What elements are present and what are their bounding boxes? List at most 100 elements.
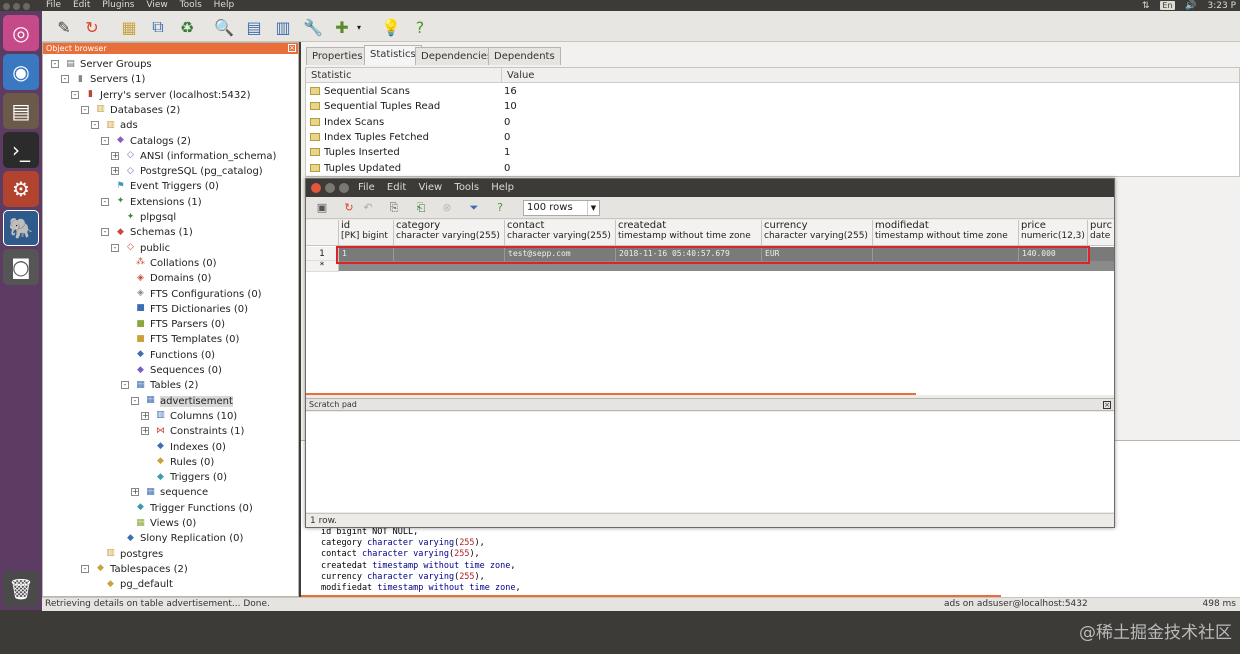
collapse-icon[interactable]: -: [101, 197, 109, 206]
grid-scrollbar[interactable]: [306, 393, 916, 395]
tree-node[interactable]: ◆ Trigger Functions (0): [121, 501, 253, 516]
terminal-icon[interactable]: ›_: [3, 132, 39, 168]
minimize-window-icon[interactable]: [325, 183, 335, 193]
chromium-icon[interactable]: ◉: [3, 54, 39, 90]
keyboard-lang[interactable]: En: [1160, 1, 1175, 10]
menu-view[interactable]: View: [146, 0, 167, 10]
collapse-icon[interactable]: -: [91, 121, 99, 130]
new-row-marker[interactable]: *: [306, 261, 339, 272]
column-header-createdat[interactable]: createdat timestamp without time zone: [616, 220, 762, 246]
tree-node[interactable]: - ▦ advertisement: [131, 394, 233, 409]
tree-node[interactable]: ◆ Rules (0): [141, 455, 214, 470]
tree-node[interactable]: - ◆ Tablespaces (2): [81, 562, 188, 577]
tree-node[interactable]: ■ FTS Templates (0): [121, 332, 239, 347]
tab-dependents[interactable]: Dependents: [488, 47, 561, 65]
maintenance-icon[interactable]: 🔧: [301, 15, 325, 39]
statistic-row[interactable]: Tuples Updated 0: [306, 161, 1240, 176]
delete-icon[interactable]: ⊗: [439, 200, 455, 216]
tree-node[interactable]: ◆ Sequences (0): [121, 363, 222, 378]
tree-node[interactable]: ◆ Triggers (0): [141, 470, 227, 485]
column-header-statistic[interactable]: Statistic: [306, 68, 502, 83]
collapse-icon[interactable]: -: [51, 60, 59, 68]
collapse-icon[interactable]: -: [71, 90, 79, 99]
collapse-icon[interactable]: -: [81, 564, 89, 573]
camera-icon[interactable]: ◙: [3, 249, 39, 285]
tree-node[interactable]: + ▦ sequence: [131, 485, 208, 500]
help-icon[interactable]: ?: [408, 15, 432, 39]
tab-statistics[interactable]: Statistics: [364, 45, 422, 65]
clock[interactable]: 3:23 P: [1208, 1, 1237, 11]
collapse-icon[interactable]: -: [111, 243, 119, 252]
collapse-icon[interactable]: -: [81, 105, 89, 114]
chevron-down-icon[interactable]: ▼: [587, 201, 599, 215]
tree-node[interactable]: ■ FTS Parsers (0): [121, 317, 225, 332]
view-data-icon[interactable]: ▤: [242, 15, 266, 39]
row-limit-select[interactable]: 100 rows ▼: [523, 200, 600, 216]
close-window-icon[interactable]: [311, 183, 321, 193]
tree-node[interactable]: - ◆ Schemas (1): [101, 225, 193, 240]
menu-file[interactable]: File: [46, 0, 61, 10]
tree-node[interactable]: ■ FTS Dictionaries (0): [121, 302, 248, 317]
tree-node[interactable]: - ▮ Servers (1): [61, 72, 145, 87]
ubuntu-dash-icon[interactable]: ◎: [3, 15, 39, 51]
menu-edit[interactable]: Edit: [73, 0, 90, 10]
scratch-pad[interactable]: [306, 412, 1114, 512]
collapse-icon[interactable]: -: [61, 75, 69, 84]
statistic-row[interactable]: Index Tuples Fetched 0: [306, 130, 1240, 145]
tree-node[interactable]: + ▥ Columns (10): [141, 409, 237, 424]
plugins-icon[interactable]: ✚: [330, 15, 354, 39]
expand-icon[interactable]: +: [141, 427, 149, 436]
tree-node[interactable]: - ▦ Tables (2): [121, 378, 198, 393]
qmenu-view[interactable]: View: [418, 182, 442, 193]
tree-node[interactable]: - ▮ Jerry's server (localhost:5432): [71, 88, 251, 103]
collapse-icon[interactable]: -: [131, 396, 139, 405]
column-header-contact[interactable]: contact character varying(255): [505, 220, 616, 246]
trash-icon[interactable]: 🗑: [3, 571, 39, 607]
close-icon[interactable]: ×: [288, 44, 296, 52]
column-header-currency[interactable]: currency character varying(255): [762, 220, 873, 246]
network-icon[interactable]: ⇅: [1142, 1, 1150, 11]
maximize-window-icon[interactable]: [339, 183, 349, 193]
drop-object-icon[interactable]: ♻: [175, 15, 199, 39]
menu-help[interactable]: Help: [214, 0, 235, 10]
tree-node[interactable]: - ✦ Extensions (1): [101, 195, 202, 210]
copy-icon[interactable]: ⎘: [386, 200, 402, 216]
column-header-value[interactable]: Value: [502, 68, 1239, 83]
tree-node[interactable]: + ◇ ANSI (information_schema): [111, 149, 276, 164]
tree-node[interactable]: - ▤ Server Groups: [51, 57, 152, 72]
create-object-icon[interactable]: ⧉: [146, 15, 170, 39]
statistic-row[interactable]: Sequential Scans 16: [306, 84, 1240, 99]
grid-cell-purc[interactable]: [1088, 247, 1114, 261]
help-icon[interactable]: ?: [492, 200, 508, 216]
hint-icon[interactable]: 💡: [379, 15, 403, 39]
collapse-icon[interactable]: -: [121, 381, 129, 390]
column-header-price[interactable]: price numeric(12,3): [1019, 220, 1088, 246]
tree-node[interactable]: ⚑ Event Triggers (0): [101, 179, 218, 194]
tab-dependencies[interactable]: Dependencies: [415, 47, 499, 65]
tree-node[interactable]: ▦ Views (0): [121, 516, 196, 531]
tree-node[interactable]: - ▥ ads: [91, 118, 138, 133]
qmenu-tools[interactable]: Tools: [454, 182, 479, 193]
tree-node[interactable]: ◆ Slony Replication (0): [111, 531, 243, 546]
tree-node[interactable]: ⁂ Collations (0): [121, 256, 217, 271]
save-icon[interactable]: ▣: [314, 200, 330, 216]
properties-icon[interactable]: ▦: [117, 15, 141, 39]
refresh-icon[interactable]: ↻: [341, 200, 357, 216]
view-filtered-icon[interactable]: ▥: [271, 15, 295, 39]
statistic-row[interactable]: Index Scans 0: [306, 115, 1240, 130]
filter-icon[interactable]: ⏷: [466, 200, 482, 216]
row-number[interactable]: 1: [306, 247, 339, 261]
column-header-purc[interactable]: purc date: [1088, 220, 1114, 246]
close-icon[interactable]: ×: [1103, 401, 1111, 409]
undo-icon[interactable]: ↶: [360, 200, 376, 216]
column-header-category[interactable]: category character varying(255): [394, 220, 505, 246]
menu-plugins[interactable]: Plugins: [102, 0, 134, 10]
tree-node[interactable]: ✦ plpgsql: [111, 210, 176, 225]
tree-node[interactable]: ▥ postgres: [91, 547, 163, 562]
qmenu-edit[interactable]: Edit: [387, 182, 406, 193]
tree-node[interactable]: - ◆ Catalogs (2): [101, 134, 191, 149]
pgadmin-icon[interactable]: 🐘: [3, 210, 39, 246]
statistic-row[interactable]: Tuples Inserted 1: [306, 145, 1240, 160]
refresh-icon[interactable]: ↻: [80, 15, 104, 39]
statistic-row[interactable]: Sequential Tuples Read 10: [306, 99, 1240, 114]
